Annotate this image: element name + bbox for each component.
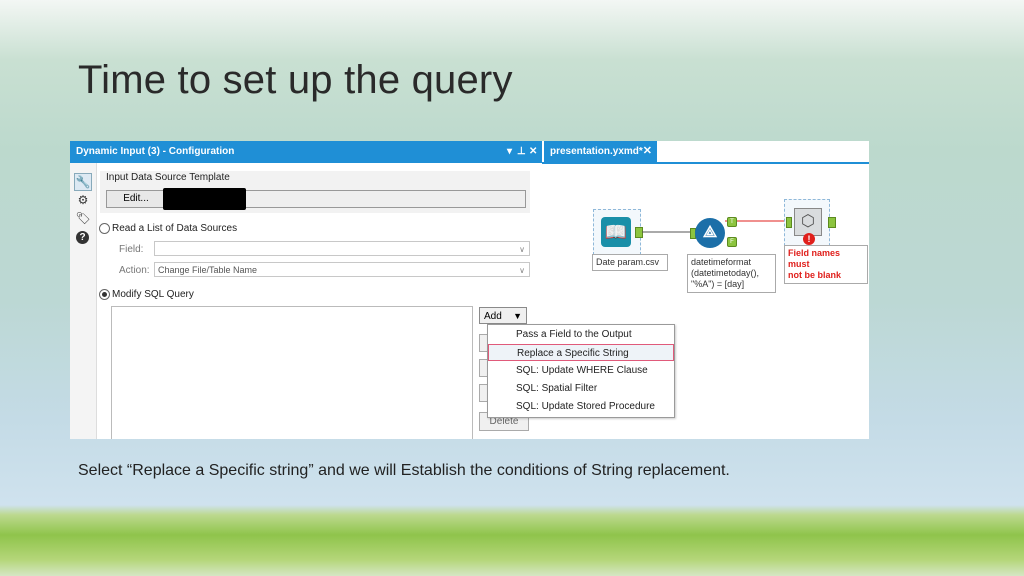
add-dropdown-menu: Pass a Field to the Output Replace a Spe… [487,324,675,418]
alteryx-screenshot: Dynamic Input (3) - Configuration ▾ ⊥ ✕ … [70,141,869,439]
error-line: Field names must [788,248,841,269]
annotation-line: "%A") = [day] [691,279,745,289]
annotation-line: (datetimetoday(), [691,268,760,278]
menu-item-update-where[interactable]: SQL: Update WHERE Clause [488,362,674,379]
true-anchor[interactable]: T [727,217,737,227]
input-anchor[interactable] [786,217,792,228]
annotation-line: datetimeformat [691,257,752,267]
box-icon: ⬡ [794,208,822,236]
error-annotation: Field names must not be blank [784,245,868,284]
input-node-annotation: Date param.csv [592,254,668,271]
slide-caption: Select “Replace a Specific string” and w… [78,462,730,479]
formula-node-annotation: datetimeformat (datetimetoday(), "%A") =… [687,254,776,293]
menu-item-pass-field[interactable]: Pass a Field to the Output [488,326,674,343]
formula-icon[interactable]: ⟁ [695,218,725,248]
menu-item-stored-procedure[interactable]: SQL: Update Stored Procedure [488,398,674,415]
menu-item-spatial-filter[interactable]: SQL: Spatial Filter [488,380,674,397]
slide-title: Time to set up the query [78,58,513,102]
menu-item-replace-string[interactable]: Replace a Specific String [488,344,674,361]
error-line: not be blank [788,270,842,280]
error-icon: ! [803,233,815,245]
output-anchor[interactable] [828,217,836,228]
false-anchor[interactable]: F [727,237,737,247]
